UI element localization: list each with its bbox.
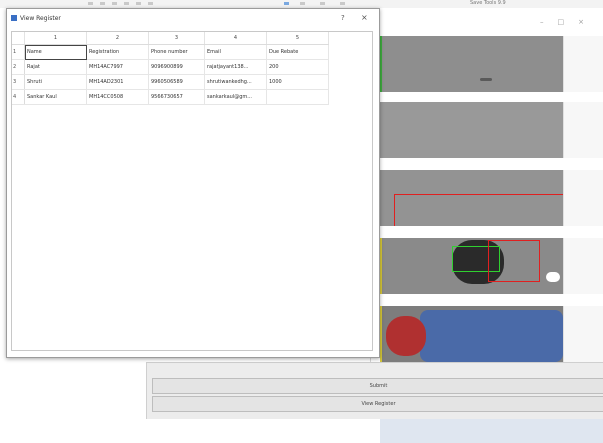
row-header[interactable]: 1	[12, 44, 25, 60]
table-cell[interactable]: MH14AC7997	[86, 59, 149, 75]
table-cell[interactable]: 9096900899	[148, 59, 205, 75]
table-cell[interactable]: Sankar Kaul	[24, 89, 87, 105]
rider-shirt	[420, 310, 563, 362]
toolbar-icon[interactable]	[124, 2, 129, 5]
close-icon[interactable]: ×	[578, 18, 598, 26]
row-header[interactable]: 3	[12, 74, 25, 90]
table-cell[interactable]: 9566730657	[148, 89, 205, 105]
background-toolbar: Save Tools 9.9	[0, 0, 603, 8]
video-frame-2	[380, 102, 563, 158]
frame-marker-line	[380, 238, 382, 294]
frame-side-panel	[563, 36, 603, 92]
dialog-title: View Register	[20, 15, 61, 22]
frame-marker-line	[380, 36, 382, 92]
table-cell[interactable]: shrutiwankedhg...	[204, 74, 267, 90]
table-cell[interactable]: 1000	[266, 74, 329, 90]
row-header[interactable]: 4	[12, 89, 25, 105]
frame-marker-line	[380, 306, 382, 362]
table-cell[interactable]: Shruti	[24, 74, 87, 90]
frame-side-panel	[563, 306, 603, 362]
window-controls[interactable]: –□×	[540, 18, 598, 26]
table-row: 3 Shruti MH14AD2301 9960506589 shrutiwan…	[12, 74, 329, 90]
video-frame-4	[380, 238, 563, 294]
app-icon	[11, 15, 17, 21]
toolbar-icon[interactable]	[148, 2, 153, 5]
help-button[interactable]: ?	[341, 14, 345, 22]
maximize-icon[interactable]: □	[558, 18, 579, 26]
toolbar-icon[interactable]	[112, 2, 117, 5]
toolbar-icon-active[interactable]	[284, 2, 289, 5]
register-table-area[interactable]: 1 2 3 4 5 1 Name Registration Phone numb…	[11, 31, 373, 351]
column-header[interactable]: 3	[148, 32, 205, 45]
column-header[interactable]: 4	[204, 32, 267, 45]
video-frame-5	[380, 306, 563, 362]
table-cell[interactable]: Rajat	[24, 59, 87, 75]
table-cell[interactable]: Registration	[86, 44, 149, 60]
table-cell[interactable]	[266, 89, 329, 105]
column-header[interactable]: 5	[266, 32, 329, 45]
toolbar-icon[interactable]	[340, 2, 345, 5]
table-row: 2 Rajat MH14AC7997 9096900899 rajatjayan…	[12, 59, 329, 75]
dialog-titlebar[interactable]: View Register ? ×	[7, 9, 379, 29]
table-cell[interactable]: MH14AD2301	[86, 74, 149, 90]
toolbar-icon[interactable]	[100, 2, 105, 5]
close-button[interactable]: ×	[361, 13, 368, 22]
table-corner[interactable]	[12, 32, 25, 45]
vehicle-part	[386, 316, 426, 356]
frame-side-panel	[563, 102, 603, 158]
toolbar-icon[interactable]	[88, 2, 93, 5]
submit-button[interactable]: Submit	[152, 378, 603, 394]
minimize-icon[interactable]: –	[540, 18, 558, 26]
table-cell[interactable]: rajatjayant138...	[204, 59, 267, 75]
video-frame-3	[380, 170, 563, 226]
headlight	[546, 272, 560, 282]
table-cell[interactable]: 200	[266, 59, 329, 75]
toolbar-icon[interactable]	[320, 2, 325, 5]
toolbar-icon[interactable]	[136, 2, 141, 5]
column-header[interactable]: 1	[24, 32, 87, 45]
view-register-dialog: View Register ? × 1 2 3 4 5 1 Name Regis…	[6, 8, 380, 358]
road-mark	[480, 78, 492, 81]
background-title-text: Save Tools 9.9	[470, 0, 506, 6]
table-cell[interactable]: Name	[24, 44, 87, 60]
table-cell[interactable]: Email	[204, 44, 267, 60]
column-header[interactable]: 2	[86, 32, 149, 45]
frame-side-panel	[563, 170, 603, 226]
table-row: 1 Name Registration Phone number Email D…	[12, 44, 329, 60]
table-cell[interactable]: sankarkaul@gm...	[204, 89, 267, 105]
toolbar-icon[interactable]	[300, 2, 305, 5]
row-header[interactable]: 2	[12, 59, 25, 75]
table-header-row: 1 2 3 4 5	[12, 32, 329, 45]
view-register-button[interactable]: View Register	[152, 396, 603, 412]
table-cell[interactable]: Phone number	[148, 44, 205, 60]
video-frame-1	[380, 36, 563, 92]
detection-box	[488, 240, 540, 282]
table-cell[interactable]: Due Rebate	[266, 44, 329, 60]
table-cell[interactable]: 9960506589	[148, 74, 205, 90]
frame-side-panel	[563, 238, 603, 294]
table-cell[interactable]: MH14CC0508	[86, 89, 149, 105]
detection-box	[394, 194, 563, 226]
table-row: 4 Sankar Kaul MH14CC0508 9566730657 sank…	[12, 89, 329, 105]
register-table: 1 2 3 4 5 1 Name Registration Phone numb…	[12, 32, 329, 105]
